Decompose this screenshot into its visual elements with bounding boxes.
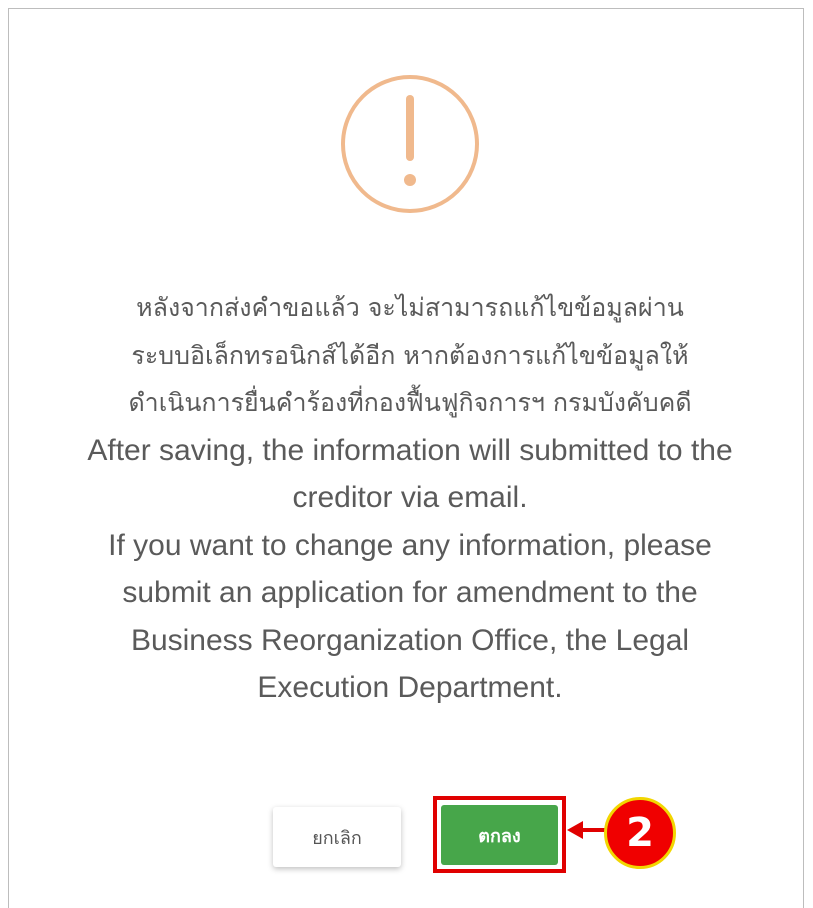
message-line: creditor via email. xyxy=(292,481,528,514)
ok-button[interactable]: ตกลง xyxy=(441,805,558,865)
message-line: หลังจากส่งคำขอแล้ว จะไม่สามารถแก้ไขข้อมู… xyxy=(136,293,684,322)
message-line: ดำเนินการยื่นคำร้องที่กองฟื้นฟูกิจการฯ ก… xyxy=(128,388,692,417)
message-line: After saving, the information will submi… xyxy=(87,433,733,467)
cancel-button[interactable]: ยกเลิก xyxy=(273,807,401,867)
step-badge: 2 xyxy=(604,797,676,869)
warning-icon xyxy=(341,75,479,213)
message-line: submit an application for amendment to t… xyxy=(122,576,698,609)
message-line: Execution Department. xyxy=(257,671,563,704)
message-line: Business Reorganization Office, the Lega… xyxy=(130,623,690,657)
message-line: ระบบอิเล็กทรอนิกส์ได้อีก หากต้องการแก้ไข… xyxy=(131,340,689,370)
message-line: If you want to change any information, p… xyxy=(108,528,712,562)
dialog-message: หลังจากส่งคำขอแล้ว จะไม่สามารถแก้ไขข้อมู… xyxy=(30,284,790,712)
